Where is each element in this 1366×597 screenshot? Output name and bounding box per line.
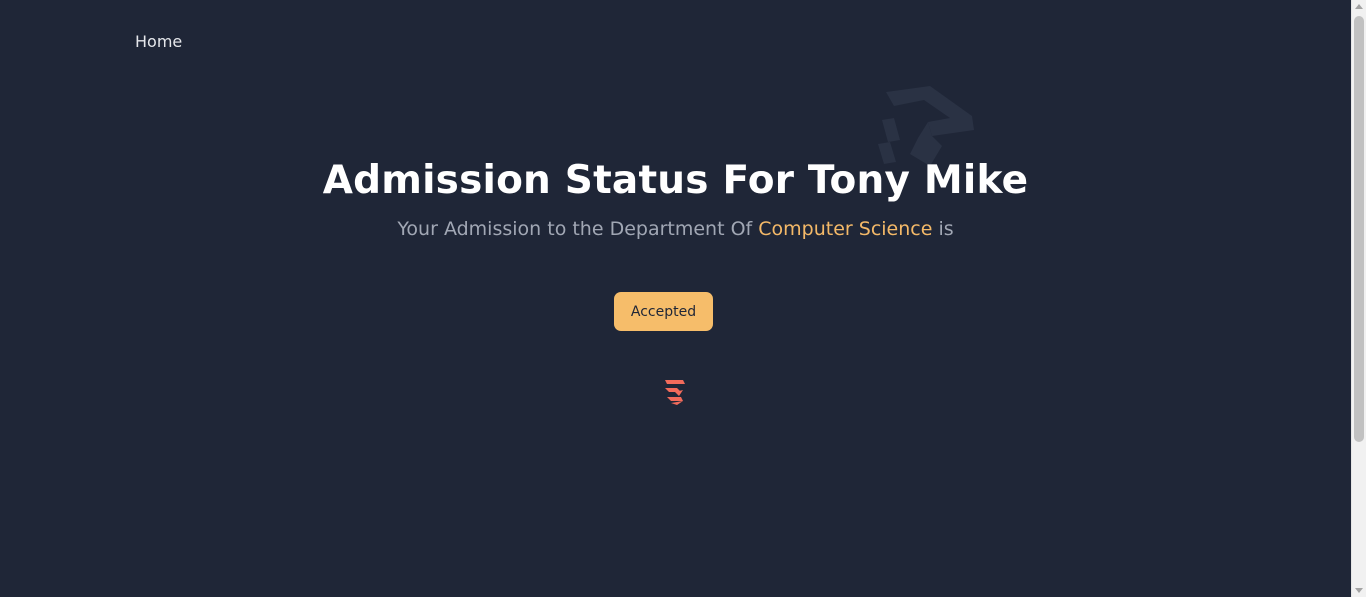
nav-home-link[interactable]: Home: [135, 32, 182, 51]
page: Home Admission Status For Tony Mike Your…: [0, 0, 1351, 597]
subtitle-prefix: Your Admission to the Department Of: [397, 218, 759, 240]
admission-status-button[interactable]: Accepted: [614, 292, 713, 331]
page-title: Admission Status For Tony Mike: [322, 158, 1029, 203]
brand-logo-icon: [665, 380, 685, 405]
admission-subtitle: Your Admission to the Department Of Comp…: [0, 218, 1351, 240]
subtitle-suffix: is: [932, 218, 954, 240]
scroll-down-arrow-icon[interactable]: [1355, 588, 1363, 593]
scroll-up-arrow-icon[interactable]: [1355, 4, 1363, 9]
vertical-scrollbar[interactable]: [1351, 0, 1366, 597]
scrollbar-thumb[interactable]: [1354, 16, 1364, 442]
department-name: Computer Science: [758, 218, 933, 240]
